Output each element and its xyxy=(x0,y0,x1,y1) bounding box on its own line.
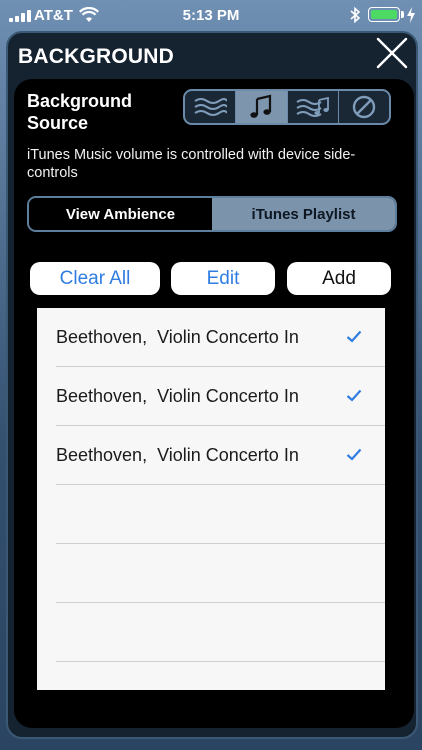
bluetooth-icon xyxy=(350,6,361,24)
edit-button[interactable]: Edit xyxy=(171,262,275,295)
waves-icon xyxy=(194,98,228,116)
volume-description: iTunes Music volume is controlled with d… xyxy=(27,147,356,181)
battery-nub xyxy=(401,11,404,18)
checkmark-icon xyxy=(346,389,362,402)
tab-view-ambience[interactable]: View Ambience xyxy=(29,198,212,230)
track-title: Beethoven, Violin Concerto In xyxy=(56,327,299,347)
playlist-list: Beethoven, Violin Concerto In Beethoven,… xyxy=(37,308,385,690)
checkmark-icon xyxy=(346,448,362,461)
background-source-selector xyxy=(183,89,391,125)
clear-all-button[interactable]: Clear All xyxy=(30,262,160,295)
mode-tabs: View Ambience iTunes Playlist xyxy=(27,196,397,232)
none-icon xyxy=(352,95,376,119)
list-item[interactable]: Beethoven, Violin Concerto In xyxy=(56,308,385,367)
list-item[interactable]: Beethoven, Violin Concerto In xyxy=(56,367,385,426)
add-button[interactable]: Add xyxy=(287,262,391,295)
source-option-none[interactable] xyxy=(339,91,389,123)
waves-music-icon xyxy=(296,96,329,117)
track-title: Beethoven, Violin Concerto In xyxy=(56,445,299,465)
list-item-empty xyxy=(56,603,385,662)
battery-icon xyxy=(368,7,400,22)
source-option-music[interactable] xyxy=(236,91,288,123)
charging-bolt-icon xyxy=(407,7,415,23)
list-item[interactable]: Beethoven, Violin Concerto In xyxy=(56,426,385,485)
close-icon[interactable] xyxy=(375,36,409,70)
status-bar: AT&T 5:13 PM xyxy=(0,0,422,30)
source-option-waves[interactable] xyxy=(185,91,237,123)
background-source-label: Background Source xyxy=(27,91,133,133)
source-option-waves-music[interactable] xyxy=(288,91,339,123)
tab-itunes-playlist[interactable]: iTunes Playlist xyxy=(212,198,395,230)
music-note-icon xyxy=(250,94,272,118)
track-title: Beethoven, Violin Concerto In xyxy=(56,386,299,406)
checkmark-icon xyxy=(346,330,362,343)
list-item-empty xyxy=(56,544,385,603)
panel-title: BACKGROUND xyxy=(18,45,174,68)
list-item-empty xyxy=(56,485,385,544)
